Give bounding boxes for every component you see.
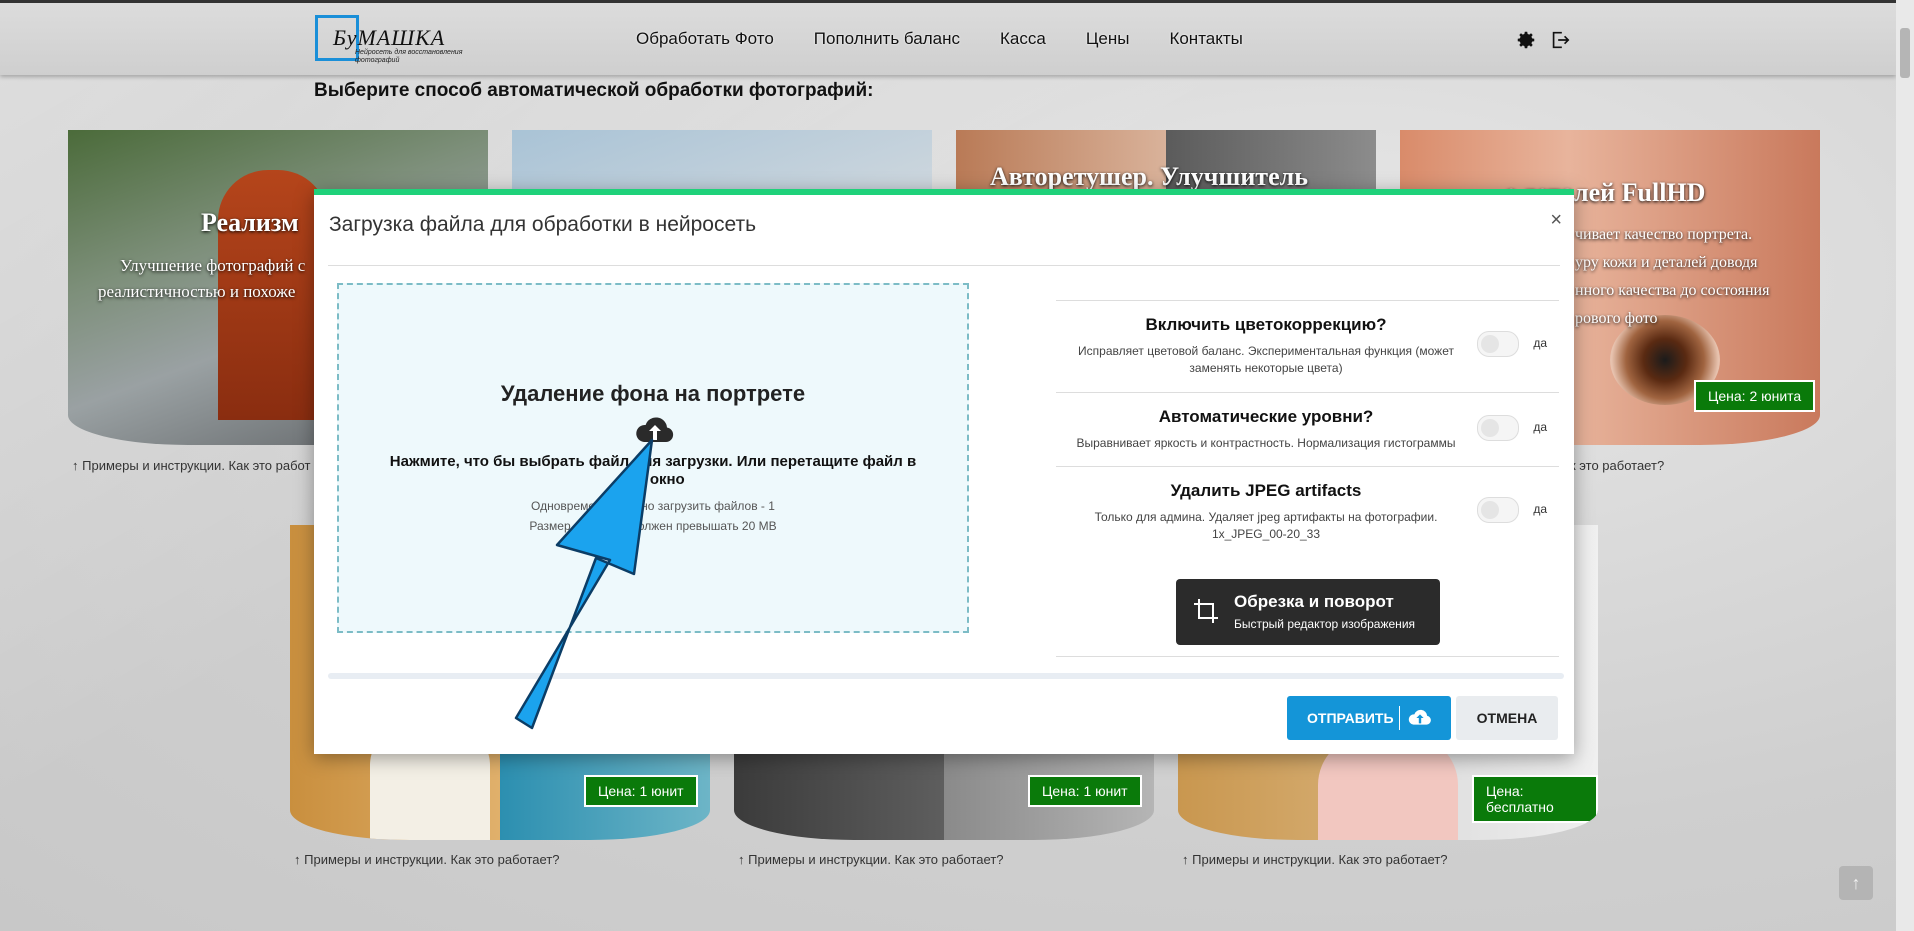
scrollbar-thumb[interactable]	[1900, 28, 1910, 78]
processing-options: Включить цветокоррекцию? Исправляет цвет…	[1056, 300, 1559, 558]
card-desc: нного качества до состояния	[1575, 282, 1770, 299]
nav-cashier[interactable]: Касса	[1000, 29, 1046, 49]
nav-prices[interactable]: Цены	[1086, 29, 1130, 49]
crop-button-subtitle: Быстрый редактор изображения	[1234, 617, 1416, 631]
card-desc: уру кожи и деталей доводя	[1575, 254, 1758, 271]
crop-button-title: Обрезка и поворот	[1234, 592, 1394, 611]
examples-link-text: Примеры и инструкции. Как это работает?	[1192, 852, 1448, 867]
crop-rotate-button[interactable]: Обрезка и поворот Быстрый редактор изобр…	[1176, 579, 1440, 645]
option-description: Только для админа. Удаляет jpeg артифакт…	[1094, 510, 1438, 541]
submit-button-divider	[1399, 706, 1400, 730]
card-desc: Улучшение фотографий с	[120, 256, 306, 275]
examples-link[interactable]: ↑ Примеры и инструкции. Как это работ	[72, 458, 310, 473]
main-nav: Обработать Фото Пополнить баланс Касса Ц…	[636, 29, 1283, 49]
jpeg-artifacts-toggle[interactable]	[1477, 497, 1519, 523]
site-header: БуМАШКА Нейросеть для восстановления фот…	[0, 0, 1896, 75]
gear-icon[interactable]	[1515, 29, 1537, 51]
price-badge: Цена: 2 юнита	[1694, 380, 1816, 412]
price-badge: Цена: бесплатно	[1472, 775, 1598, 823]
submit-button-label: ОТПРАВИТЬ	[1307, 710, 1394, 726]
option-description: Выравнивает яркость и контрастность. Нор…	[1076, 436, 1456, 450]
scroll-to-top-button[interactable]: ↑	[1839, 866, 1873, 900]
card-caption: Реализм	[201, 208, 299, 237]
dropzone-title: Удаление фона на портрете	[500, 381, 806, 406]
arrow-up-icon: ↑	[1851, 873, 1861, 893]
option-color-correction: Включить цветокоррекцию? Исправляет цвет…	[1056, 300, 1559, 392]
examples-link[interactable]: ↑ Примеры и инструкции. Как это работает…	[738, 852, 1004, 867]
card-desc: рового фото	[1575, 310, 1658, 327]
nav-process-photo[interactable]: Обработать Фото	[636, 29, 774, 49]
examples-link-text: Примеры и инструкции. Как это работает?	[304, 852, 560, 867]
card-desc: чивает качество портрета.	[1575, 226, 1753, 243]
card-desc: реалистичностью и похоже	[98, 282, 296, 301]
cloud-upload-icon	[1408, 709, 1431, 725]
close-icon[interactable]: ×	[1550, 209, 1562, 232]
examples-link-text: Примеры и инструкции. Как это работ	[82, 458, 311, 473]
nav-top-up-balance[interactable]: Пополнить баланс	[814, 29, 960, 49]
file-dropzone[interactable]: Удаление фона на портрете Нажмите, что б…	[337, 283, 969, 633]
price-badge: Цена: 1 юнит	[1028, 775, 1142, 807]
option-jpeg-artifacts: Удалить JPEG artifacts Только для админа…	[1056, 466, 1559, 558]
toggle-label: да	[1533, 420, 1547, 434]
page-scrollbar[interactable]	[1896, 0, 1914, 931]
modal-divider	[328, 265, 1560, 266]
toggle-label: да	[1533, 336, 1547, 350]
toggle-label: да	[1533, 502, 1547, 516]
nav-contacts[interactable]: Контакты	[1169, 29, 1242, 49]
upload-modal: Загрузка файла для обработки в нейросеть…	[314, 189, 1574, 754]
upload-progress-bar	[328, 673, 1564, 679]
auto-levels-toggle[interactable]	[1477, 415, 1519, 441]
option-auto-levels: Автоматические уровни? Выравнивает яркос…	[1056, 392, 1559, 466]
option-title: Автоматические уровни?	[1158, 407, 1374, 426]
color-correction-toggle[interactable]	[1477, 331, 1519, 357]
examples-link-text: Примеры и инструкции. Как это работает?	[748, 852, 1004, 867]
card-caption: Авторетушер. Улучшитель	[990, 162, 1308, 191]
options-divider	[1056, 656, 1559, 657]
submit-button[interactable]: ОТПРАВИТЬ	[1287, 696, 1451, 740]
examples-link-text: к это работает?	[1570, 458, 1665, 473]
option-description: Исправляет цветовой баланс. Эксперимента…	[1078, 344, 1454, 375]
examples-link[interactable]: ↑ Примеры и инструкции. Как это работает…	[294, 852, 560, 867]
logo-tagline: Нейросеть для восстановления фотографий	[355, 49, 463, 64]
examples-link[interactable]: ↑ Примеры и инструкции. Как это работает…	[1182, 852, 1448, 867]
option-title: Включить цветокоррекцию?	[1145, 315, 1387, 334]
site-logo[interactable]: БуМАШКА Нейросеть для восстановления фот…	[315, 15, 475, 65]
cloud-upload-icon	[636, 417, 674, 442]
dropzone-hint: Нажмите, что бы выбрать файл для загрузк…	[389, 453, 917, 488]
dropzone-size-limit: Размер файла не должен превышать 20 MB	[529, 519, 777, 533]
page-title: Выберите способ автоматической обработки…	[314, 80, 874, 101]
option-title: Удалить JPEG artifacts	[1170, 481, 1362, 500]
price-badge: Цена: 1 юнит	[584, 775, 698, 807]
crop-icon	[1194, 599, 1218, 623]
logo-name: БуМАШКА	[333, 25, 446, 50]
examples-link[interactable]: к это работает?	[1570, 458, 1664, 473]
modal-title: Загрузка файла для обработки в нейросеть	[329, 213, 757, 236]
dropzone-file-limit: Одновременно можно загрузить файлов - 1	[531, 499, 775, 513]
logout-icon[interactable]	[1549, 29, 1571, 51]
cancel-button[interactable]: ОТМЕНА	[1456, 696, 1558, 740]
